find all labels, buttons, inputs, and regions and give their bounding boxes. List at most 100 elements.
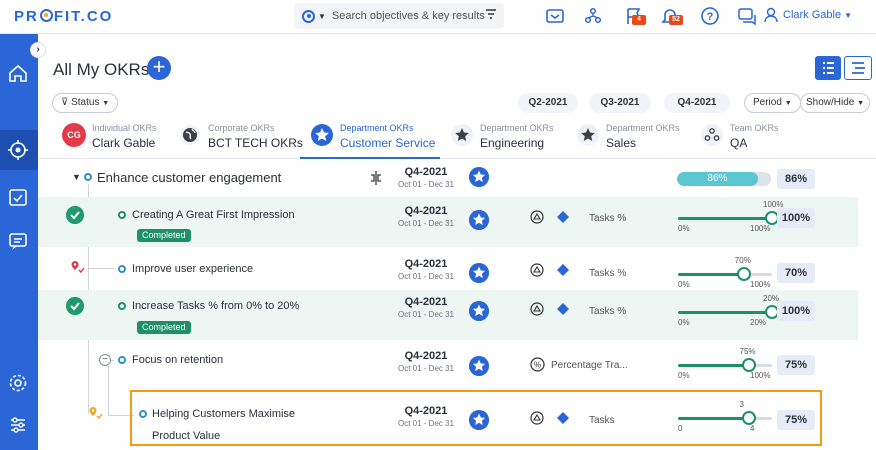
chat-icon[interactable] [737, 6, 757, 26]
tab-label-bottom: Engineering [480, 136, 545, 150]
kr-pct: 100% [777, 208, 815, 228]
home-icon[interactable] [7, 62, 29, 84]
star-icon [311, 124, 333, 146]
page-title: All My OKRs [53, 60, 150, 79]
quarter-q3[interactable]: Q3-2021 [589, 93, 651, 113]
period-label: Period [753, 97, 782, 108]
help-icon[interactable]: ? [700, 6, 720, 26]
slider-fill [678, 217, 772, 220]
alerts-badge: 52 [669, 15, 683, 25]
search-input[interactable]: Search objectives & key results [332, 10, 485, 22]
tab-label-bottom: QA [730, 136, 748, 150]
app-logo[interactable]: PR FIT.CO [14, 8, 113, 25]
svg-text:%: % [534, 361, 541, 370]
selection-highlight [130, 390, 822, 446]
target-icon[interactable] [7, 139, 29, 161]
tab-label-top: Individual OKRs [92, 123, 157, 133]
slider-max-label: 100% [750, 280, 771, 289]
avatar: CG [62, 123, 86, 147]
message-icon[interactable] [7, 230, 29, 252]
target-icon [302, 9, 315, 23]
add-okr-button[interactable]: + [147, 56, 171, 80]
tasks-badge: 4 [632, 15, 646, 25]
status-filter[interactable]: ⊽ Status ▼ [52, 93, 119, 113]
objective-progress-bar: 86% [677, 172, 771, 186]
completed-badge: Completed [137, 321, 191, 334]
objective-title[interactable]: Enhance customer engagement [97, 170, 281, 185]
kr-title[interactable]: Focus on retention [132, 354, 223, 366]
slider-min-label: 0% [678, 371, 690, 380]
period-dropdown[interactable]: Period ▼ [744, 93, 801, 113]
slider-min-label: 0% [678, 224, 690, 233]
star-icon [469, 210, 489, 230]
kr-quarter: Q4-2021 [404, 350, 448, 362]
slider-track[interactable] [678, 364, 772, 367]
tab-label-top: Team OKRs [730, 123, 779, 133]
star-icon [469, 301, 489, 321]
kr-title[interactable]: Creating A Great First Impression [132, 209, 295, 221]
kr-title[interactable]: Improve user experience [132, 263, 253, 275]
tab-label-bottom: BCT TECH OKRs [208, 136, 303, 150]
filter-icon[interactable] [486, 9, 496, 21]
diamond-icon[interactable] [556, 302, 570, 316]
calendar-check-icon[interactable] [7, 186, 29, 208]
top-bar: PR FIT.CO ▼ Search objectives & key resul… [0, 0, 876, 34]
kr-metric: Tasks % [589, 268, 627, 279]
triangle-icon[interactable] [530, 302, 544, 316]
settings-icon[interactable] [7, 372, 29, 394]
slider-min-label: 0% [678, 280, 690, 289]
star-icon [469, 263, 489, 283]
sidebar-toggle[interactable]: › [30, 42, 46, 58]
star-icon [451, 124, 473, 146]
kr-quarter: Q4-2021 [404, 296, 448, 308]
list-view-button[interactable] [815, 56, 841, 80]
inbox-icon[interactable] [545, 6, 565, 26]
quarter-q2[interactable]: Q2-2021 [518, 93, 578, 113]
kr-quarter: Q4-2021 [404, 258, 448, 270]
objective-pct: 86% [777, 169, 815, 189]
pin-icon [89, 407, 103, 420]
star-icon [469, 167, 489, 187]
list-icon [823, 62, 834, 74]
slider-track[interactable] [678, 217, 772, 220]
slider-value-label: 75% [739, 347, 756, 356]
status-filter-label: Status [71, 97, 100, 108]
tree-view-button[interactable] [844, 56, 872, 80]
kr-metric: Percentage Tra... [551, 360, 628, 371]
slider-knob[interactable] [741, 358, 756, 372]
chevron-down-icon[interactable]: ▼ [318, 12, 326, 21]
kr-title[interactable]: Increase Tasks % from 0% to 20% [132, 300, 299, 312]
svg-text:?: ? [707, 11, 714, 23]
diamond-icon[interactable] [556, 263, 570, 277]
align-icon[interactable] [368, 170, 384, 186]
user-icon[interactable] [764, 7, 778, 23]
slider-value-label: 70% [734, 256, 751, 265]
sliders-icon[interactable] [7, 414, 29, 436]
collapse-icon[interactable]: − [99, 354, 111, 366]
show-hide-dropdown[interactable]: Show/Hide ▼ [800, 93, 871, 113]
objective-quarter: Q4-2021 [404, 166, 448, 178]
tab-label-bottom: Customer Service [340, 136, 436, 150]
search-bar[interactable]: ▼ Search objectives & key results [294, 3, 504, 29]
slider-knob[interactable] [736, 267, 751, 281]
chevron-down-icon: ▼ [784, 100, 792, 107]
slider-track[interactable] [678, 273, 772, 276]
check-circle-icon [66, 206, 84, 224]
slider-min-label: 0% [678, 318, 690, 327]
diamond-icon[interactable] [556, 210, 570, 224]
slider-fill [678, 364, 749, 367]
kr-pct: 70% [777, 263, 815, 283]
slider-track[interactable] [678, 311, 772, 314]
objective-bullet [84, 173, 92, 181]
triangle-icon[interactable] [530, 263, 544, 277]
okr-tabs: CG Individual OKRs Clark Gable Corporate… [38, 117, 876, 159]
hierarchy-icon[interactable] [583, 6, 603, 26]
quarter-q4[interactable]: Q4-2021 [664, 93, 730, 113]
user-menu[interactable]: Clark Gable ▼ [783, 9, 852, 21]
kr-bullet [118, 356, 126, 364]
triangle-icon[interactable] [530, 210, 544, 224]
kr-dates: Oct 01 - Dec 31 [397, 272, 455, 281]
slider-fill [678, 311, 772, 314]
caret-down-icon[interactable]: ▼ [72, 172, 81, 182]
active-tab-indicator [300, 157, 440, 159]
